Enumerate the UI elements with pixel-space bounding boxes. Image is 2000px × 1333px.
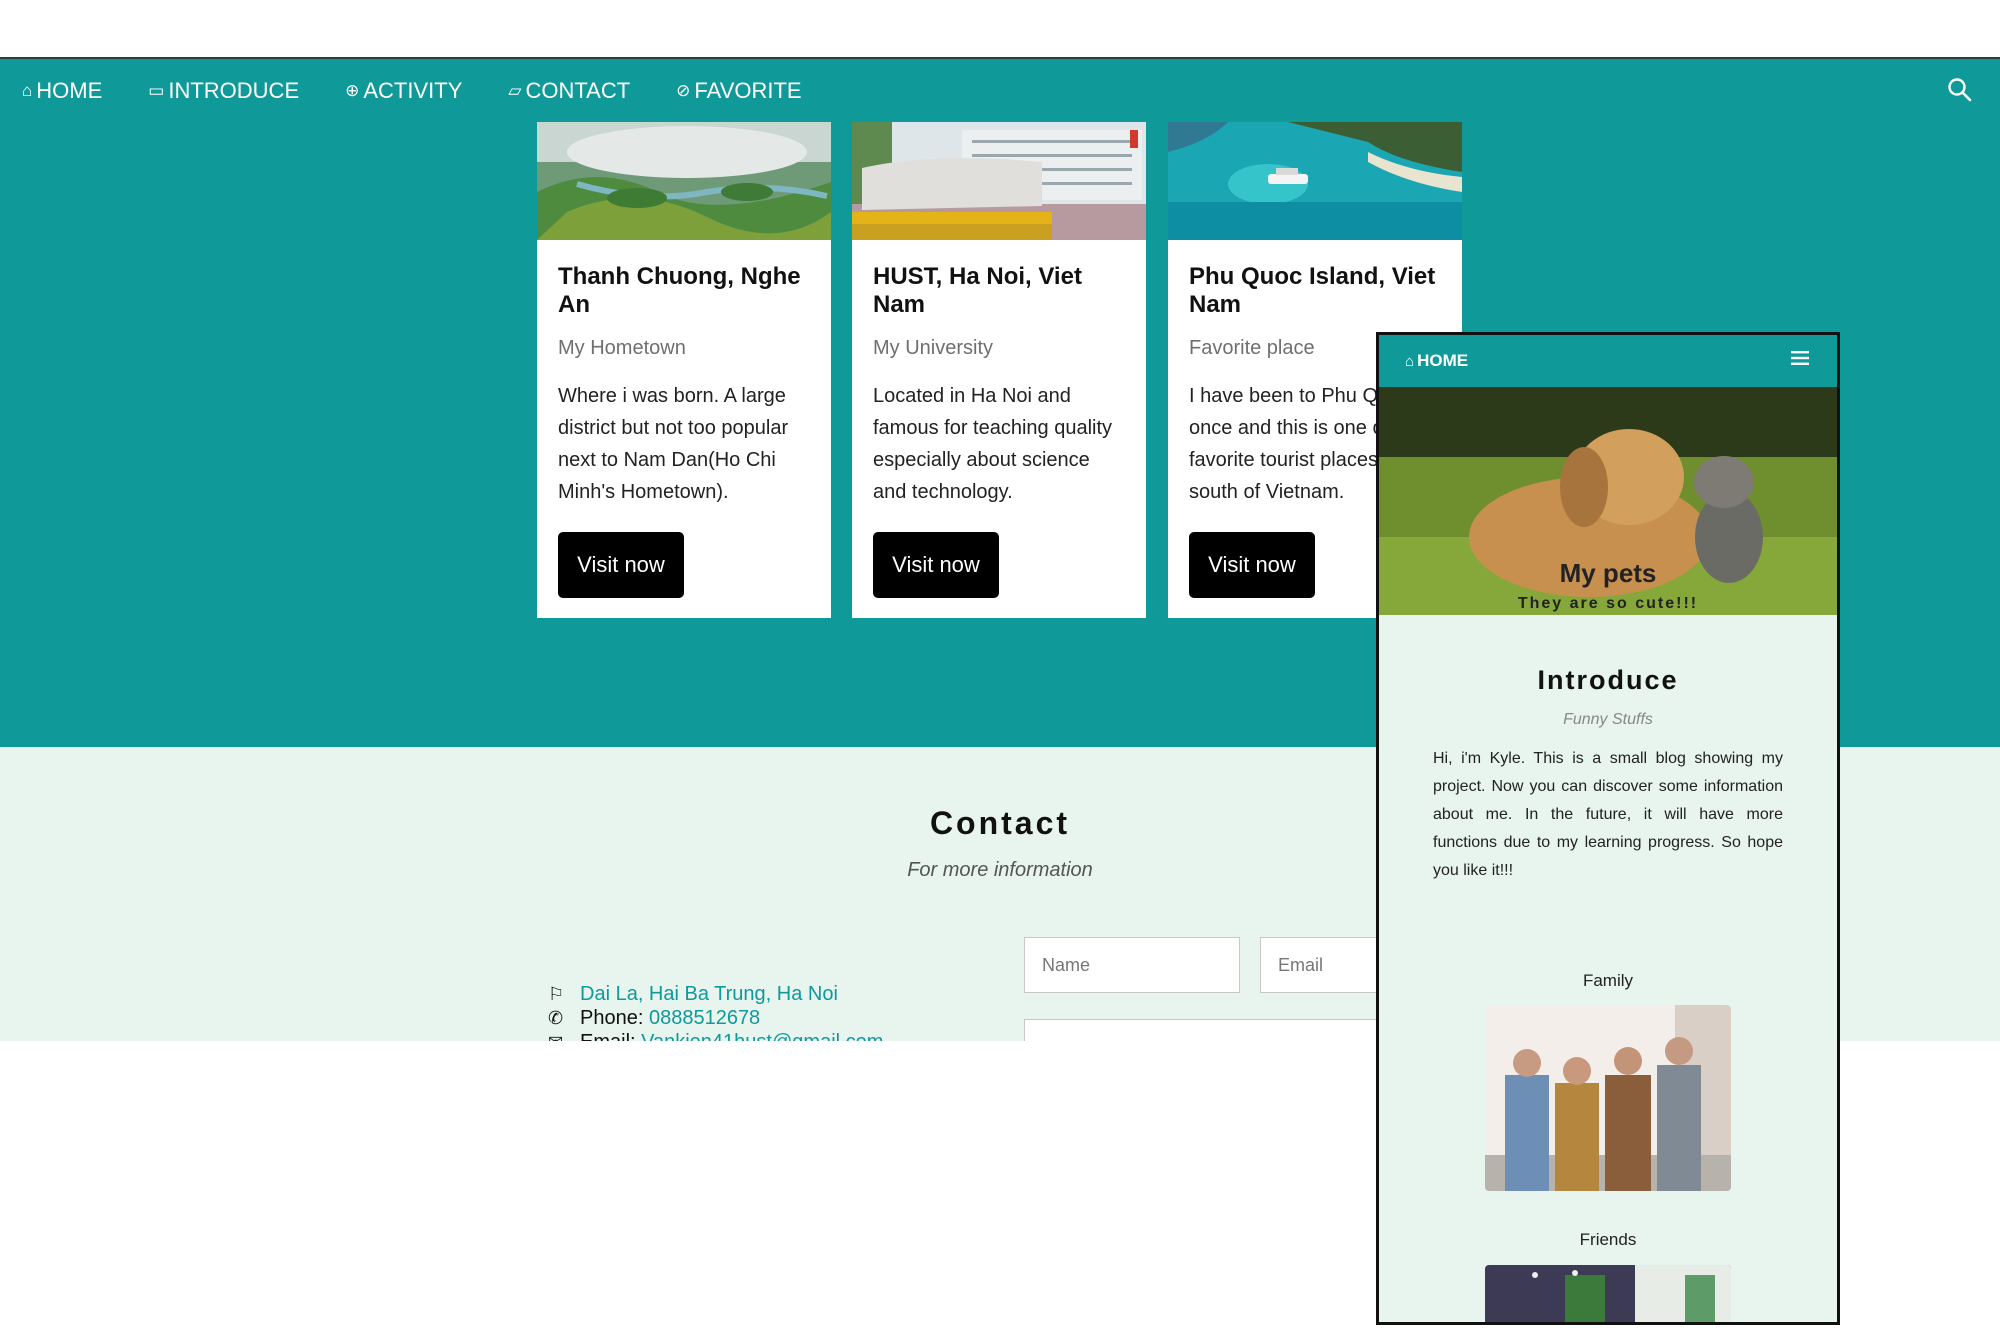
contact-phone: ✆ Phone: 0888512678 (548, 1007, 760, 1030)
visit-now-button[interactable]: Visit now (1189, 532, 1315, 598)
nav-introduce-label: INTRODUCE (168, 78, 300, 103)
phone-link[interactable]: 0888512678 (649, 1007, 760, 1030)
nav-introduce[interactable]: ▭ INTRODUCE (148, 78, 299, 104)
nav-home-label: HOME (36, 78, 103, 103)
pets-title: My pets (1559, 558, 1657, 588)
card-subtitle: My Hometown (558, 337, 686, 359)
mobile-navbar: ⌂ HOME (1379, 335, 1837, 387)
check-circle-icon: ⊘ (676, 81, 691, 100)
home-icon: ⌂ (1405, 352, 1415, 370)
friends-label: Friends (1579, 1230, 1637, 1249)
search-icon[interactable] (1946, 76, 1974, 104)
address-link[interactable]: Dai La, Hai Ba Trung, Ha Noi (580, 983, 838, 1006)
envelope-icon: ✉ (548, 1032, 570, 1041)
card-title: Thanh Chuong, Nghe An (558, 263, 801, 318)
card-text: Located in Ha Noi and famous for teachin… (873, 385, 1113, 503)
nav-contact-label: CONTACT (525, 78, 631, 103)
contact-email: ✉ Email: Vankien41hust@gmail.com (548, 1031, 883, 1041)
email-link[interactable]: Vankien41hust@gmail.com (641, 1031, 883, 1041)
card-university: HUST, Ha Noi, Viet Nam My University Loc… (852, 122, 1146, 618)
calendar-icon: ▭ (148, 81, 165, 100)
introduce-title: Introduce (1537, 665, 1679, 695)
card-text: Where i was born. A large district but n… (558, 385, 789, 503)
contact-address: ⚐ Dai La, Hai Ba Trung, Ha Noi (548, 983, 838, 1006)
card-hometown: Thanh Chuong, Nghe An My Hometown Where … (537, 122, 831, 618)
card-title: Phu Quoc Island, Viet Nam (1189, 263, 1436, 318)
family-label: Family (1582, 971, 1634, 990)
map-icon: ⚐ (548, 984, 565, 1004)
hamburger-menu-icon[interactable] (1791, 350, 1809, 366)
mobile-preview: ⌂ HOME My pets They are so cute!!! Intro… (1376, 332, 1840, 1325)
nav-activity[interactable]: ⊕ ACTIVITY (345, 78, 462, 104)
introduce-subtitle: Funny Stuffs (1563, 711, 1653, 728)
introduce-text: Hi, i'm Kyle. This is a small blog showi… (1433, 750, 1783, 879)
chat-icon: ▱ (508, 81, 522, 100)
nav-contact[interactable]: ▱ CONTACT (508, 78, 630, 104)
visit-now-button[interactable]: Visit now (873, 532, 999, 598)
university-photo (852, 122, 1146, 240)
globe-icon: ⊕ (345, 81, 360, 100)
visit-now-button[interactable]: Visit now (558, 532, 684, 598)
email-label: Email: (580, 1031, 636, 1041)
home-icon: ⌂ (22, 81, 33, 100)
nav-home[interactable]: ⌂ HOME (22, 78, 102, 104)
mobile-home-label: HOME (1417, 351, 1469, 370)
mobile-nav-home[interactable]: ⌂ HOME (1405, 351, 1468, 371)
pets-subtitle: They are so cute!!! (1517, 595, 1699, 612)
phone-icon: ✆ (548, 1008, 564, 1028)
pets-hero: My pets They are so cute!!! (1379, 387, 1837, 615)
phone-label: Phone: (580, 1007, 644, 1029)
card-title: HUST, Ha Noi, Viet Nam (873, 263, 1082, 318)
hometown-photo (537, 122, 831, 240)
friends-photo (1485, 1265, 1731, 1322)
island-photo (1168, 122, 1462, 240)
name-field[interactable]: Name (1024, 937, 1240, 993)
card-subtitle: My University (873, 337, 994, 359)
nav-activity-label: ACTIVITY (363, 78, 463, 103)
top-navbar: ⌂ HOME ▭ INTRODUCE ⊕ ACTIVITY ▱ CONTACT … (0, 57, 2000, 123)
nav-favorite-label: FAVORITE (694, 78, 802, 103)
nav-favorite[interactable]: ⊘ FAVORITE (676, 78, 801, 104)
family-photo (1485, 1005, 1731, 1191)
